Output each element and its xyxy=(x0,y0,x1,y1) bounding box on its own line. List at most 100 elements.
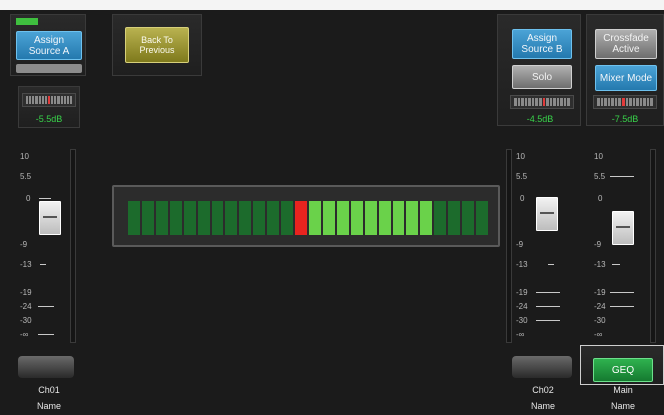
scale-tick xyxy=(536,306,560,307)
scale-label: -19 xyxy=(594,288,606,297)
ch02-name[interactable]: Name xyxy=(508,401,578,411)
ch01-label: Ch01 xyxy=(38,385,60,395)
meter-segment xyxy=(183,201,196,235)
scale-label: -24 xyxy=(20,302,32,311)
meter-segment xyxy=(462,201,475,235)
scale-label: 10 xyxy=(20,152,29,161)
meter-segment xyxy=(239,201,252,235)
meter-segment xyxy=(141,201,154,235)
meter-segment xyxy=(253,201,266,235)
scale-label: -13 xyxy=(594,260,606,269)
crossfade-active-button[interactable]: Crossfade Active xyxy=(595,29,657,59)
meter-segment xyxy=(392,201,405,235)
meter-segment xyxy=(281,201,294,235)
meter-segment xyxy=(448,201,461,235)
meter-segment xyxy=(197,201,210,235)
meter-segment xyxy=(169,201,182,235)
scale-label: 5.5 xyxy=(516,172,528,181)
solo-button[interactable]: Solo xyxy=(512,65,572,89)
scale-label: 10 xyxy=(516,152,525,161)
source-a-status-bar xyxy=(16,64,82,73)
meter-segment xyxy=(155,201,168,235)
scale-tick xyxy=(536,292,560,293)
ch02-panel: Assign Source B Solo -4.5dB xyxy=(497,14,581,126)
scale-tick xyxy=(536,320,560,321)
level-meter-segments xyxy=(128,201,488,235)
scale-label: -13 xyxy=(20,260,32,269)
ch02-mini-meter xyxy=(510,95,574,109)
meter-segment xyxy=(434,201,447,235)
scale-tick xyxy=(40,264,46,265)
fader-track xyxy=(70,149,76,343)
scale-tick xyxy=(38,334,54,335)
scale-label: -30 xyxy=(516,316,528,325)
meter-segment xyxy=(267,201,280,235)
meter-segment xyxy=(378,201,391,235)
back-to-previous-button[interactable]: Back To Previous xyxy=(125,27,189,63)
ch02-fader[interactable]: 10 5.5 0 -9 -13 -19 -24 -30 -∞ xyxy=(506,145,578,345)
main-fader[interactable]: 10 5.5 0 -9 -13 -19 -24 -30 -∞ xyxy=(590,145,660,345)
source-a-panel: Assign Source A xyxy=(10,14,86,76)
mixer-mode-button[interactable]: Mixer Mode xyxy=(595,65,657,91)
assign-source-a-button[interactable]: Assign Source A xyxy=(16,31,82,60)
main-mini-meter xyxy=(593,95,657,109)
scale-tick xyxy=(39,198,51,199)
fader-knob[interactable] xyxy=(39,201,61,235)
top-edge xyxy=(0,0,664,10)
meter-segment xyxy=(420,201,433,235)
scale-label: -24 xyxy=(516,302,528,311)
scale-label: -19 xyxy=(516,288,528,297)
meter-segment xyxy=(225,201,238,235)
scale-label: 0 xyxy=(598,194,603,203)
ch02-label: Ch02 xyxy=(532,385,554,395)
scale-label: 10 xyxy=(594,152,603,161)
assign-source-b-button[interactable]: Assign Source B xyxy=(512,29,572,59)
scale-label: 5.5 xyxy=(20,172,32,181)
fader-track xyxy=(506,149,512,343)
signal-indicator xyxy=(16,18,38,25)
ch01-select-pad[interactable] xyxy=(18,356,74,378)
scale-label: 0 xyxy=(520,194,525,203)
scale-label: -24 xyxy=(594,302,606,311)
geq-panel: GEQ xyxy=(580,345,664,385)
back-panel: Back To Previous xyxy=(112,14,202,76)
ch01-name[interactable]: Name xyxy=(14,401,84,411)
ch02-select-pad[interactable] xyxy=(512,356,572,378)
scale-label: -30 xyxy=(20,316,32,325)
meter-segment xyxy=(322,201,335,235)
scale-label: -∞ xyxy=(516,330,525,339)
main-panel: Crossfade Active Mixer Mode -7.5dB xyxy=(586,14,664,126)
scale-label: 5.5 xyxy=(594,172,606,181)
ch01-fader[interactable]: 10 5.5 0 -9 -13 -19 -24 -30 -∞ xyxy=(14,145,84,345)
meter-segment xyxy=(406,201,419,235)
scale-tick xyxy=(548,264,554,265)
scale-label: -13 xyxy=(516,260,528,269)
scale-label: -∞ xyxy=(594,330,603,339)
scale-label: -9 xyxy=(516,240,524,249)
main-gain-readout: -7.5dB xyxy=(611,114,639,124)
ch02-gain-readout: -4.5dB xyxy=(526,114,554,124)
fader-knob[interactable] xyxy=(536,197,558,231)
level-meter xyxy=(112,185,500,247)
scale-label: -30 xyxy=(594,316,606,325)
scale-label: -9 xyxy=(594,240,602,249)
ch01-meter-panel: -5.5dB xyxy=(18,86,80,128)
meter-segment xyxy=(211,201,224,235)
meter-segment xyxy=(295,201,307,235)
ch01-gain-readout: -5.5dB xyxy=(35,114,63,124)
scale-label: -19 xyxy=(20,288,32,297)
meter-segment xyxy=(364,201,377,235)
scale-tick xyxy=(38,306,54,307)
scale-label: -9 xyxy=(20,240,28,249)
meter-segment xyxy=(350,201,363,235)
scale-label: -∞ xyxy=(20,330,29,339)
meter-segment xyxy=(336,201,349,235)
geq-button[interactable]: GEQ xyxy=(593,358,653,382)
main-label: Main xyxy=(613,385,633,395)
fader-knob[interactable] xyxy=(612,211,634,245)
fader-track xyxy=(650,149,656,343)
meter-segment xyxy=(308,201,321,235)
scale-tick xyxy=(610,306,634,307)
scale-tick xyxy=(610,176,634,177)
main-name[interactable]: Name xyxy=(588,401,658,411)
